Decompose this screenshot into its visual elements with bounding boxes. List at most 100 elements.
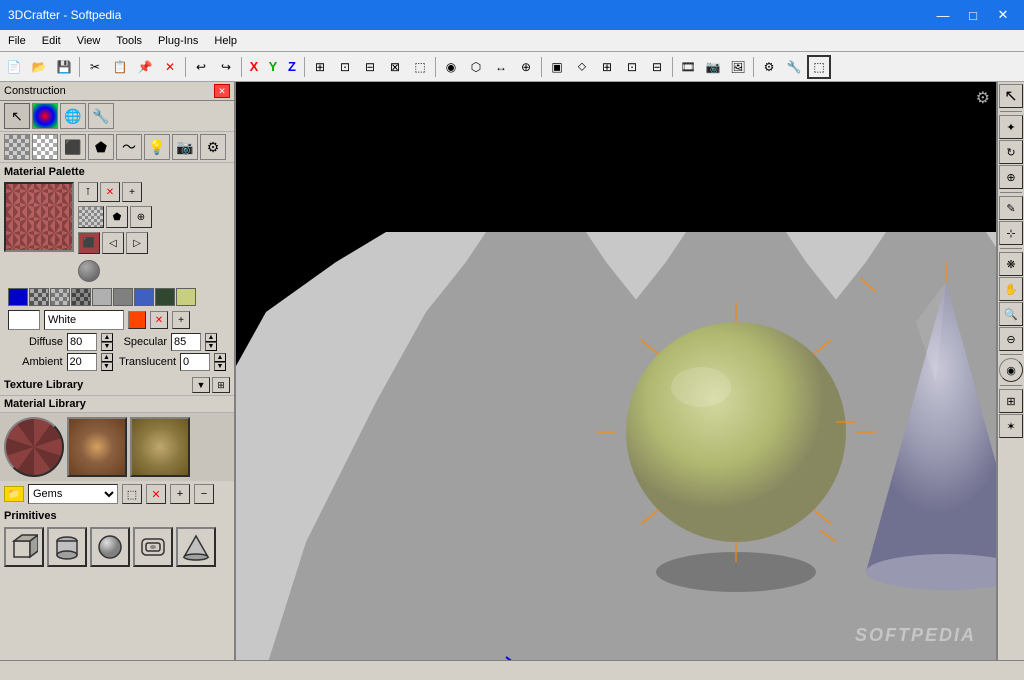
material-category-select[interactable]: Gems Metal Stone <box>28 484 118 504</box>
specular-up[interactable]: ▲ <box>205 333 217 342</box>
texture-btn-2[interactable]: ⬟ <box>106 206 128 228</box>
swatch-blue[interactable] <box>8 288 28 306</box>
color-delete-btn[interactable]: ✕ <box>150 311 168 329</box>
construction-panel-close[interactable]: ✕ <box>214 84 230 98</box>
toolbar-undo[interactable]: ↩ <box>189 55 213 79</box>
panel-icon-settings2[interactable]: ⚙ <box>200 134 226 160</box>
primitive-cone[interactable] <box>176 527 216 567</box>
toolbar-view1[interactable]: ⊞ <box>308 55 332 79</box>
rt-rotate[interactable]: ↻ <box>999 140 1023 164</box>
viewport-gear-icon[interactable]: ⚙ <box>976 88 990 108</box>
toolbar-copy[interactable]: 📋 <box>108 55 132 79</box>
primitive-cylinder[interactable] <box>47 527 87 567</box>
rt-select[interactable]: ↖ <box>999 84 1023 108</box>
rt-scale[interactable]: ⊕ <box>999 165 1023 189</box>
primitive-cube[interactable] <box>4 527 44 567</box>
menu-tools[interactable]: Tools <box>108 33 150 49</box>
toolbar-view5[interactable]: ⬚ <box>408 55 432 79</box>
toolbar-obj3[interactable]: ↔ <box>489 55 513 79</box>
toolbar-misc3[interactable]: ⬚ <box>807 55 831 79</box>
color-name-input[interactable] <box>44 310 124 330</box>
toolbar-open[interactable]: 📂 <box>27 55 51 79</box>
diffuse-down[interactable]: ▼ <box>101 342 113 351</box>
texture-btn-1[interactable] <box>78 206 104 228</box>
panel-icon-globe[interactable]: 🌐 <box>60 103 86 129</box>
rt-zoom[interactable]: 🔍 <box>999 302 1023 326</box>
material-thumb-1[interactable] <box>4 417 64 477</box>
maximize-button[interactable]: □ <box>960 6 986 24</box>
panel-icon-grid[interactable] <box>4 134 30 160</box>
toolbar-view2[interactable]: ⊡ <box>333 55 357 79</box>
toolbar-render3[interactable]: 🖼 <box>726 55 750 79</box>
color-indicator[interactable] <box>128 311 146 329</box>
toolbar-new[interactable]: 📄 <box>2 55 26 79</box>
panel-icon-wave[interactable]: 〜 <box>116 134 142 160</box>
ambient-down[interactable]: ▼ <box>101 362 113 371</box>
rt-minus[interactable]: ⊖ <box>999 327 1023 351</box>
toolbar-render1[interactable]: 🎞 <box>676 55 700 79</box>
translucent-value[interactable] <box>180 353 210 371</box>
menu-file[interactable]: File <box>0 33 34 49</box>
filter-icon[interactable]: ⊺ <box>78 182 98 202</box>
toolbar-save[interactable]: 💾 <box>52 55 76 79</box>
ambient-value[interactable] <box>67 353 97 371</box>
material-thumb-3[interactable] <box>130 417 190 477</box>
panel-icon-camera[interactable]: 📷 <box>172 134 198 160</box>
rt-misc2[interactable]: ✶ <box>999 414 1023 438</box>
panel-icon-light[interactable]: 💡 <box>144 134 170 160</box>
menu-plugins[interactable]: Plug-Ins <box>150 33 206 49</box>
mat-delete-btn[interactable]: ✕ <box>100 182 120 202</box>
rt-circle[interactable]: ◉ <box>999 358 1023 382</box>
swatch-gray[interactable] <box>113 288 133 306</box>
toolbar-obj1[interactable]: ◉ <box>439 55 463 79</box>
rt-move[interactable]: ✦ <box>999 115 1023 139</box>
diffuse-value[interactable] <box>67 333 97 351</box>
menu-help[interactable]: Help <box>206 33 245 49</box>
rt-misc1[interactable]: ⊞ <box>999 389 1023 413</box>
swatch-pattern1[interactable] <box>29 288 49 306</box>
specular-value[interactable] <box>171 333 201 351</box>
primitive-sphere[interactable] <box>90 527 130 567</box>
diffuse-up[interactable]: ▲ <box>101 333 113 342</box>
menu-edit[interactable]: Edit <box>34 33 69 49</box>
toolbar-sel3[interactable]: ⊞ <box>595 55 619 79</box>
rt-hand[interactable]: ✋ <box>999 277 1023 301</box>
rt-pen[interactable]: ✎ <box>999 196 1023 220</box>
toolbar-view4[interactable]: ⊠ <box>383 55 407 79</box>
primitive-torus[interactable] <box>133 527 173 567</box>
swatch-olive[interactable] <box>176 288 196 306</box>
viewport[interactable]: ⚙ SOFTPEDIA <box>236 82 996 660</box>
texture-lib-icon[interactable]: ⊞ <box>212 377 230 393</box>
panel-icon-arrow[interactable]: ↖ <box>4 103 30 129</box>
toolbar-render2[interactable]: 📷 <box>701 55 725 79</box>
mat-new-btn[interactable]: + <box>122 182 142 202</box>
translucent-down[interactable]: ▼ <box>214 362 226 371</box>
menu-view[interactable]: View <box>69 33 109 49</box>
panel-icon-cube[interactable]: ⬛ <box>60 134 86 160</box>
texture-lib-expand[interactable]: ▼ <box>192 377 210 393</box>
toolbar-view3[interactable]: ⊟ <box>358 55 382 79</box>
material-thumb-2[interactable] <box>67 417 127 477</box>
toolbar-redo[interactable]: ↪ <box>214 55 238 79</box>
color-new-btn[interactable]: + <box>172 311 190 329</box>
swatch-pattern2[interactable] <box>50 288 70 306</box>
mat-lib-btn-1[interactable]: ⬚ <box>122 484 142 504</box>
swatch-pattern3[interactable] <box>71 288 91 306</box>
toolbar-paste[interactable]: 📌 <box>133 55 157 79</box>
toolbar-sel1[interactable]: ▣ <box>545 55 569 79</box>
toolbar-sel5[interactable]: ⊟ <box>645 55 669 79</box>
translucent-up[interactable]: ▲ <box>214 353 226 362</box>
swatch-silver[interactable] <box>92 288 112 306</box>
minimize-button[interactable]: — <box>930 6 956 24</box>
mat-lib-btn-minus[interactable]: − <box>194 484 214 504</box>
panel-icon-checker[interactable] <box>32 134 58 160</box>
panel-icon-shape[interactable]: ⬟ <box>88 134 114 160</box>
toolbar-obj2[interactable]: ⬡ <box>464 55 488 79</box>
toolbar-sel4[interactable]: ⊡ <box>620 55 644 79</box>
texture-btn-5[interactable]: ◁ <box>102 232 124 254</box>
panel-icon-wrench[interactable]: 🔧 <box>88 103 114 129</box>
specular-down[interactable]: ▼ <box>205 342 217 351</box>
swatch-darkgreen[interactable] <box>155 288 175 306</box>
texture-btn-6[interactable]: ▷ <box>126 232 148 254</box>
texture-btn-4[interactable]: ⬛ <box>78 232 100 254</box>
